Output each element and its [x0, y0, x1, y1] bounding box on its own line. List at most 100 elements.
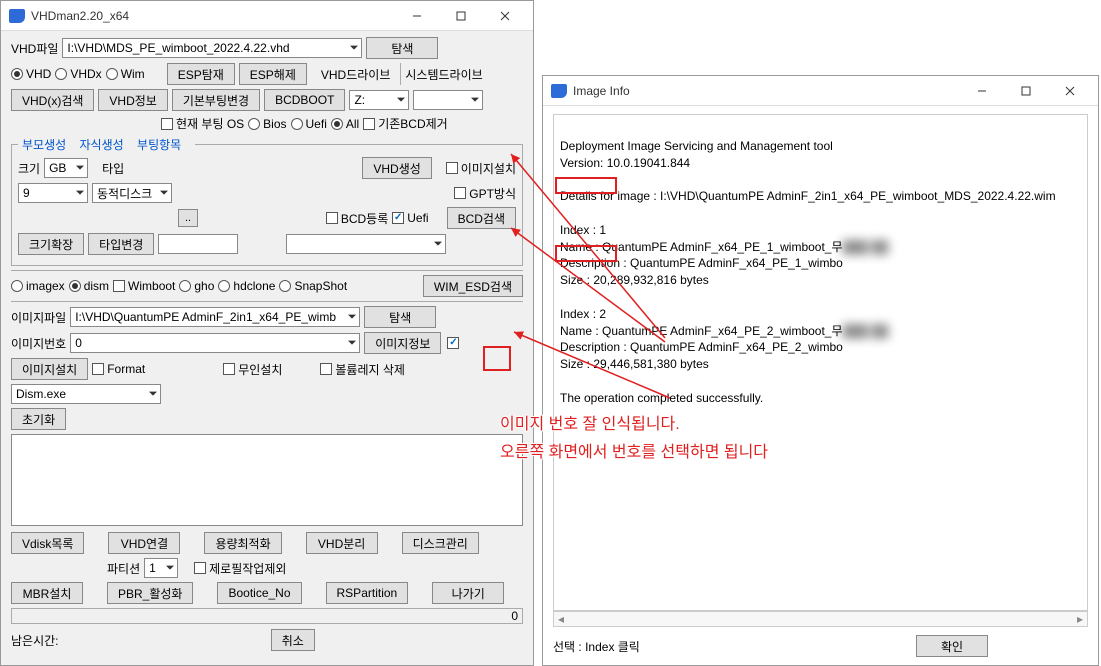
maximize-button[interactable] [1006, 79, 1046, 103]
boot-items-tab[interactable]: 부팅항목 [137, 138, 181, 152]
child-tab[interactable]: 자식생성 [80, 138, 124, 152]
dism-exe-combo[interactable]: Dism.exe [11, 384, 161, 404]
info-text[interactable]: Deployment Image Servicing and Managemen… [553, 114, 1088, 611]
dism-radio[interactable]: dism [69, 279, 109, 293]
esp-release-button[interactable]: ESP해제 [239, 63, 307, 85]
type-change-button[interactable]: 타입변경 [88, 233, 154, 255]
obscured-text: ███ ██ [843, 239, 889, 256]
bios-radio[interactable]: Bios [248, 117, 286, 131]
hdclone-radio[interactable]: hdclone [218, 279, 275, 293]
img-install-check[interactable]: 이미지설치 [446, 160, 516, 177]
img-info-check[interactable] [447, 337, 459, 349]
esp-search-button[interactable]: ESP탐재 [167, 63, 235, 85]
wim-esd-search-button[interactable]: WIM_ESD검색 [423, 275, 523, 297]
info-titlebar[interactable]: Image Info [543, 76, 1098, 106]
basic-boot-change-button[interactable]: 기본부팅변경 [172, 89, 260, 111]
drive-combo-2[interactable] [413, 90, 483, 110]
size-expand-button[interactable]: 크기확장 [18, 233, 84, 255]
maximize-button[interactable] [441, 4, 481, 28]
cancel-button[interactable]: 취소 [271, 629, 315, 651]
img-info-button[interactable]: 이미지정보 [364, 332, 441, 354]
uefi-check[interactable]: Uefi [392, 211, 428, 225]
window-title: VHDman2.20_x64 [31, 9, 397, 23]
bcdboot-button[interactable]: BCDBOOT [264, 89, 345, 111]
imagex-radio[interactable]: imagex [11, 279, 65, 293]
img-num-combo[interactable]: 0 [70, 333, 360, 353]
drive-letter-combo[interactable]: Z: [349, 90, 409, 110]
bcd-path-combo[interactable] [286, 234, 446, 254]
vhd-split-button[interactable]: VHD분리 [306, 532, 378, 554]
partition-label: 파티션 [107, 560, 140, 577]
close-button[interactable] [1050, 79, 1090, 103]
close-button[interactable] [485, 4, 525, 28]
size-input[interactable] [158, 234, 238, 254]
scroll-right-icon[interactable]: ▸ [1073, 612, 1087, 626]
pbr-activate-button[interactable]: PBR_활성화 [107, 582, 193, 604]
img-file-combo[interactable]: I:\VHD\QuantumPE AdminF_2in1_x64_PE_wimb [70, 307, 360, 327]
bcd-search-button[interactable]: BCD검색 [447, 207, 516, 229]
img-install-button[interactable]: 이미지설치 [11, 358, 88, 380]
vhdx-radio[interactable]: VHDx [55, 67, 101, 81]
create-fieldset: 부모생성 자식생성 부팅항목 크기 GB 타입 VHD생성 이미지설치 9 동적… [11, 136, 523, 266]
vhd-create-button[interactable]: VHD생성 [362, 157, 431, 179]
vhd-radio[interactable]: VHD [11, 67, 51, 81]
minimize-button[interactable] [962, 79, 1002, 103]
annotation-line-2: 오른쪽 화면에서 번호를 선택하면 됩니다 [500, 438, 768, 462]
gpt-check[interactable]: GPT방식 [454, 185, 516, 202]
vhd-file-label: VHD파일 [11, 40, 58, 57]
init-button[interactable]: 초기화 [11, 408, 66, 430]
unattend-check[interactable]: 무인설치 [223, 361, 282, 378]
info-window-title: Image Info [573, 84, 962, 98]
format-check[interactable]: Format [92, 362, 145, 376]
wim-radio[interactable]: Wim [106, 67, 145, 81]
gho-radio[interactable]: gho [179, 279, 214, 293]
size-label: 크기 [18, 160, 40, 177]
titlebar[interactable]: VHDman2.20_x64 [1, 1, 533, 31]
vhd-drive-label: VHD드라이브 [311, 63, 402, 85]
type-label: 타입 [102, 160, 124, 177]
log-text[interactable] [11, 434, 523, 526]
image-info-window: Image Info Deployment Image Servicing an… [542, 75, 1099, 666]
client-area: VHD파일 I:\VHD\MDS_PE_wimboot_2022.4.22.vh… [1, 31, 533, 665]
select-label: 선택 : Index 클릭 [553, 638, 640, 655]
current-boot-os-check[interactable]: 현재 부팅 OS [161, 115, 244, 132]
bootice-no-button[interactable]: Bootice_No [217, 582, 301, 604]
partition-combo[interactable]: 1 [144, 558, 178, 578]
zerofill-exclude-check[interactable]: 제로필작업제외 [194, 560, 286, 577]
capacity-opt-button[interactable]: 용량최적화 [204, 532, 281, 554]
minimize-button[interactable] [397, 4, 437, 28]
all-radio[interactable]: All [331, 117, 359, 131]
snapshot-radio[interactable]: SnapShot [279, 279, 347, 293]
vhd-file-combo[interactable]: I:\VHD\MDS_PE_wimboot_2022.4.22.vhd [62, 38, 362, 58]
uefi-radio[interactable]: Uefi [291, 117, 327, 131]
obscured-text: ███ ██ [843, 323, 889, 340]
remove-bcd-check[interactable]: 기존BCD제거 [363, 115, 448, 132]
scroll-left-icon[interactable]: ◂ [554, 612, 568, 626]
bcd-reg-check[interactable]: BCD등록 [326, 210, 388, 227]
dot-button[interactable]: .. [178, 209, 198, 227]
wimboot-check[interactable]: Wimboot [113, 279, 175, 293]
exit-button[interactable]: 나가기 [432, 582, 504, 604]
vhdman-window: VHDman2.20_x64 VHD파일 I:\VHD\MDS_PE_wimbo… [0, 0, 534, 666]
img-browse-button[interactable]: 탐색 [364, 306, 436, 328]
vhd-info-button[interactable]: VHD정보 [98, 89, 167, 111]
vdisk-list-button[interactable]: Vdisk목록 [11, 532, 84, 554]
disk-manage-button[interactable]: 디스크관리 [402, 532, 479, 554]
img-num-label: 이미지번호 [11, 335, 66, 352]
h-scrollbar[interactable]: ◂ ▸ [553, 611, 1088, 627]
img-file-label: 이미지파일 [11, 309, 66, 326]
browse-button[interactable]: 탐색 [366, 37, 438, 59]
annotation-line-1: 이미지 번호 잘 인식됩니다. [500, 410, 680, 434]
size-value-combo[interactable]: 9 [18, 183, 88, 203]
fieldset-legend: 부모생성 자식생성 부팅항목 [18, 136, 195, 153]
size-unit-combo[interactable]: GB [44, 158, 88, 178]
progress-value: 0 [511, 609, 518, 623]
type-value-combo[interactable]: 동적디스크 [92, 183, 172, 203]
parent-tab[interactable]: 부모생성 [22, 138, 66, 152]
ok-button[interactable]: 확인 [916, 635, 988, 657]
rspartition-button[interactable]: RSPartition [326, 582, 409, 604]
volreg-delete-check[interactable]: 볼륨레지 삭제 [320, 361, 405, 378]
vhd-connect-button[interactable]: VHD연결 [108, 532, 180, 554]
vhdx-search-button[interactable]: VHD(x)검색 [11, 89, 94, 111]
mbr-install-button[interactable]: MBR설치 [11, 582, 83, 604]
